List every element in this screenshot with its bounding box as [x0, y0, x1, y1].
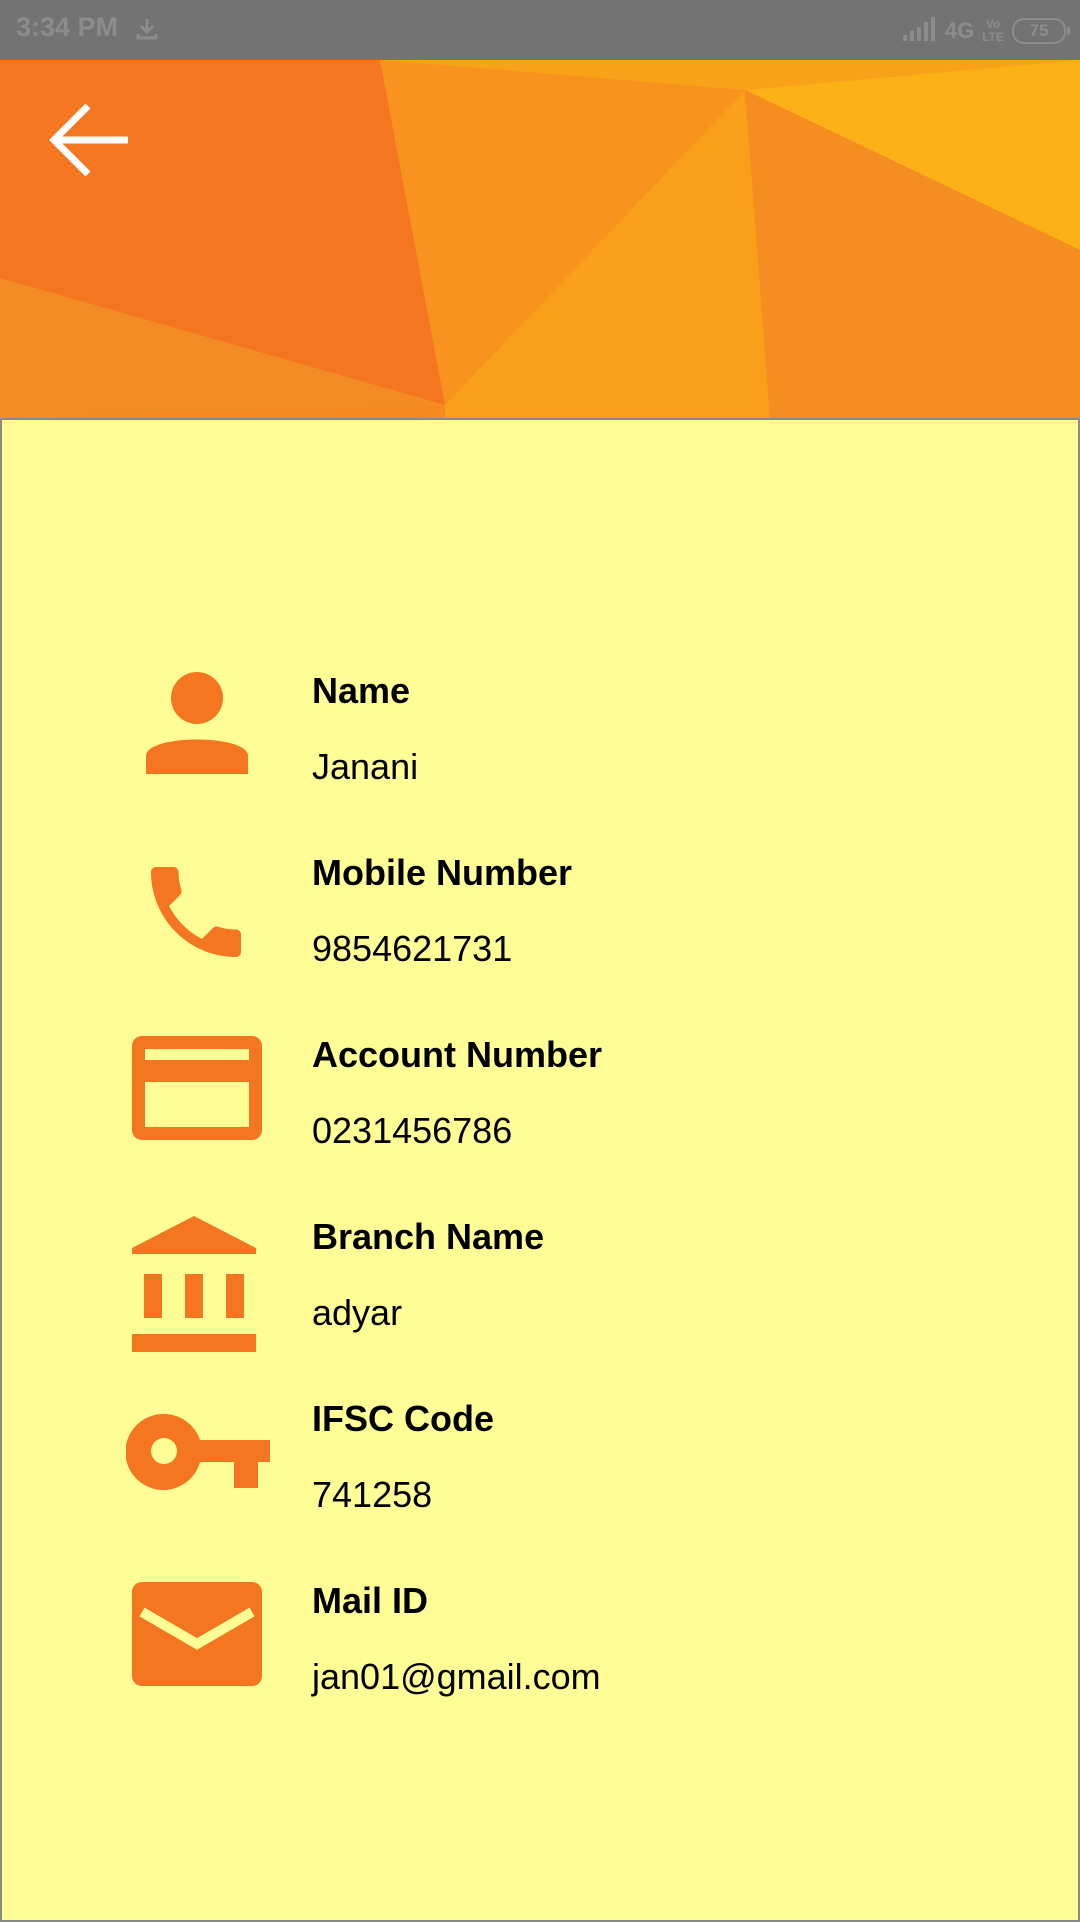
volte-top: Vo [985, 17, 1001, 31]
row-value: 741258 [312, 1474, 433, 1515]
row-value: Janani [312, 746, 419, 787]
row-value: jan01@gmail.com [312, 1656, 601, 1697]
profile-panel: Name Janani Mobile Number 9854621731 Acc… [0, 418, 1080, 1922]
back-button[interactable] [40, 90, 140, 190]
row-value: 9854621731 [312, 928, 513, 969]
battery-level: 75 [1029, 21, 1049, 40]
profile-row-mobile: Mobile Number 9854621731 [2, 852, 1078, 1012]
profile-row-ifsc: IFSC Code 741258 [2, 1398, 1078, 1558]
row-label: Branch Name [312, 1216, 545, 1257]
volte-indicator: Vo LTE [982, 18, 1004, 44]
row-label: Mobile Number [312, 852, 573, 893]
profile-row-mail: Mail ID jan01@gmail.com [2, 1580, 1078, 1740]
row-label: Account Number [312, 1034, 603, 1075]
battery-icon: 75 [1012, 18, 1070, 44]
row-label: IFSC Code [312, 1398, 495, 1439]
download-icon [134, 16, 160, 47]
header-banner [0, 60, 1080, 418]
status-indicators: 4G Vo LTE 75 [895, 14, 1070, 48]
profile-row-branch: Branch Name adyar [2, 1216, 1078, 1376]
person-icon [124, 670, 274, 800]
network-type: 4G [944, 18, 975, 43]
row-value: 0231456786 [312, 1110, 513, 1151]
row-value: adyar [312, 1292, 403, 1333]
profile-row-name: Name Janani [2, 670, 1078, 830]
mail-icon [124, 1580, 274, 1710]
status-bar: 3:34 PM 4G Vo LTE 75 [0, 0, 1080, 60]
credit-card-icon [124, 1034, 274, 1164]
row-label: Mail ID [312, 1580, 429, 1621]
arrow-left-icon [49, 103, 128, 177]
phone-icon [124, 852, 274, 982]
row-label: Name [312, 670, 411, 711]
volte-bottom: LTE [982, 30, 1004, 44]
status-time: 3:34 PM [16, 12, 119, 42]
header-background [0, 60, 1080, 418]
signal-icon [902, 16, 937, 46]
key-icon [124, 1398, 274, 1528]
profile-row-account: Account Number 0231456786 [2, 1034, 1078, 1194]
bank-icon [124, 1216, 274, 1352]
